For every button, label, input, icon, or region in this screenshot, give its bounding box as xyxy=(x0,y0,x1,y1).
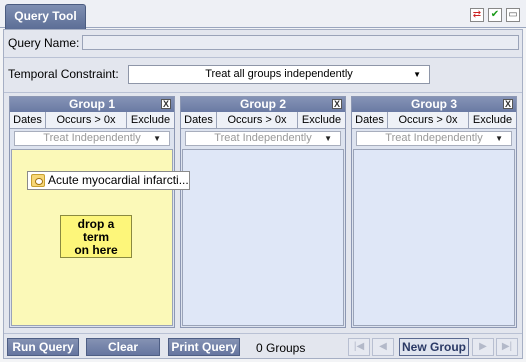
group-1: Group 1 X Dates Occurs > 0x Exclude Trea… xyxy=(9,96,175,328)
divider xyxy=(4,92,522,93)
group-header: Group 3 X xyxy=(352,97,516,112)
close-icon[interactable]: X xyxy=(161,99,171,109)
group-drop-zone[interactable] xyxy=(182,149,344,326)
chevron-down-icon: ▼ xyxy=(413,70,421,79)
group-options: Dates Occurs > 0x Exclude xyxy=(10,112,174,129)
prev-page-icon[interactable]: ◀ xyxy=(372,338,394,356)
bottom-bar: Run Query Clear Print Query 0 Groups |◀ … xyxy=(4,333,522,359)
chevron-down-icon: ▼ xyxy=(495,134,503,143)
query-tool-panel: Query Name: Temporal Constraint: Treat a… xyxy=(3,29,523,359)
first-page-icon[interactable]: |◀ xyxy=(348,338,370,356)
dates-button[interactable]: Dates xyxy=(10,112,46,128)
dates-button[interactable]: Dates xyxy=(352,112,388,128)
clear-button[interactable]: Clear xyxy=(86,338,160,356)
query-name-label: Query Name: xyxy=(8,36,80,50)
chevron-down-icon: ▼ xyxy=(153,134,161,143)
group-3: Group 3 X Dates Occurs > 0x Exclude Trea… xyxy=(351,96,517,328)
timing-value: Treat Independently xyxy=(43,132,141,144)
occurs-button[interactable]: Occurs > 0x xyxy=(388,112,469,128)
group-header: Group 2 X xyxy=(181,97,345,112)
timing-select[interactable]: Treat Independently ▼ xyxy=(185,131,341,146)
group-2: Group 2 X Dates Occurs > 0x Exclude Trea… xyxy=(180,96,346,328)
group-drop-zone[interactable] xyxy=(353,149,515,326)
exclude-button[interactable]: Exclude xyxy=(127,112,174,128)
exclude-button[interactable]: Exclude xyxy=(298,112,345,128)
close-icon[interactable]: X xyxy=(503,99,513,109)
divider xyxy=(4,57,522,58)
dates-button[interactable]: Dates xyxy=(181,112,217,128)
chevron-down-icon: ▼ xyxy=(324,134,332,143)
run-query-button[interactable]: Run Query xyxy=(7,338,79,356)
drop-hint-line: on here xyxy=(74,243,118,257)
print-query-button[interactable]: Print Query xyxy=(168,338,240,356)
tab-query-tool[interactable]: Query Tool xyxy=(5,4,86,29)
concept-item[interactable]: Acute myocardial infarcti... xyxy=(27,171,190,190)
temporal-constraint-label: Temporal Constraint: xyxy=(8,67,119,81)
exclude-button[interactable]: Exclude xyxy=(469,112,516,128)
group-options: Dates Occurs > 0x Exclude xyxy=(352,112,516,129)
temporal-constraint-value: Treat all groups independently xyxy=(205,68,353,80)
group-header: Group 1 X xyxy=(10,97,174,112)
check-icon[interactable]: ✔ xyxy=(488,8,502,22)
last-page-icon[interactable]: ▶| xyxy=(496,338,518,356)
timing-select[interactable]: Treat Independently ▼ xyxy=(356,131,512,146)
timing-select[interactable]: Treat Independently ▼ xyxy=(14,131,170,146)
tab-bar: Query Tool ⇄ ✔ ▭ xyxy=(0,0,526,29)
timing-value: Treat Independently xyxy=(214,132,312,144)
toolbar-icons: ⇄ ✔ ▭ xyxy=(470,8,520,22)
group-title: Group 2 xyxy=(239,97,286,111)
concept-label: Acute myocardial infarcti... xyxy=(48,173,189,187)
swap-icon[interactable]: ⇄ xyxy=(470,8,484,22)
drop-hint: drop a term on here xyxy=(60,215,132,258)
query-name-input[interactable] xyxy=(82,35,519,50)
groups-count: 0 Groups xyxy=(256,341,306,355)
group-options: Dates Occurs > 0x Exclude xyxy=(181,112,345,129)
window-icon[interactable]: ▭ xyxy=(506,8,520,22)
occurs-button[interactable]: Occurs > 0x xyxy=(217,112,298,128)
concept-icon xyxy=(31,174,45,187)
new-group-button[interactable]: New Group xyxy=(399,338,469,356)
close-icon[interactable]: X xyxy=(332,99,342,109)
group-title: Group 3 xyxy=(410,97,457,111)
occurs-button[interactable]: Occurs > 0x xyxy=(46,112,127,128)
timing-value: Treat Independently xyxy=(385,132,483,144)
group-title: Group 1 xyxy=(68,97,115,111)
temporal-constraint-select[interactable]: Treat all groups independently ▼ xyxy=(128,65,430,84)
next-page-icon[interactable]: ▶ xyxy=(472,338,494,356)
